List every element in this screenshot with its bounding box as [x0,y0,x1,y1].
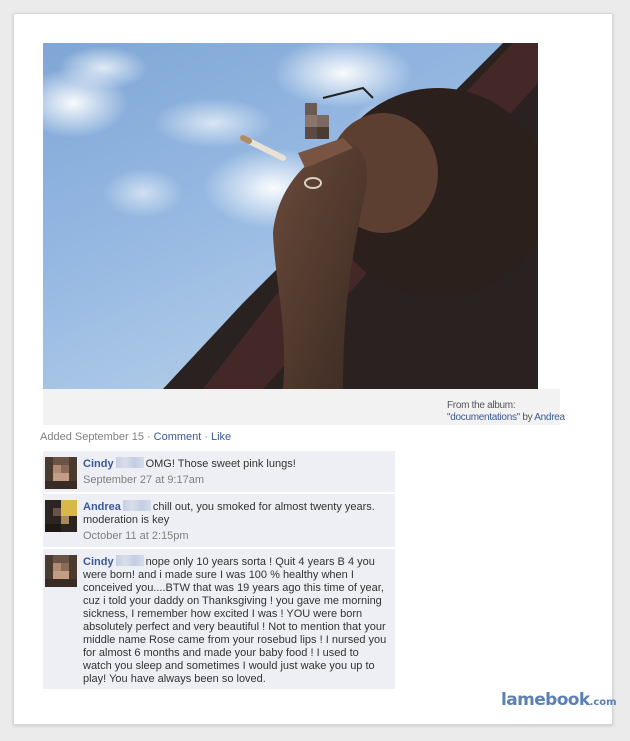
comment-item: Andrea chill out, you smoked for almost t… [43,494,395,548]
avatar-image [45,500,77,532]
album-name-link[interactable]: "documentations" [447,412,520,423]
meta-separator: · [204,431,208,443]
comment-body: Andrea chill out, you smoked for almost t… [83,500,387,543]
comment-text: nope only 10 years sorta ! Quit 4 years … [83,556,387,685]
comment-link[interactable]: Comment [154,431,202,443]
post-meta: Added September 15 · Comment · Like [40,431,231,443]
comment-author[interactable]: Cindy [83,458,114,470]
album-from-label: From the album: [447,400,516,411]
comment-time[interactable]: October 11 at 2:15pm [83,530,387,543]
album-owner-link[interactable]: Andrea [534,412,565,423]
lamebook-logo: lamebook.com [501,690,617,710]
comment-body: Cindy OMG! Those sweet pink lungs! Septem… [83,457,387,487]
brand-tld: .com [589,697,617,708]
avatar[interactable] [45,500,77,532]
blurred-surname [122,500,151,511]
avatar[interactable] [45,555,77,587]
added-date: Added September 15 [40,431,144,443]
album-caption: From the album: "documentations" by Andr… [447,400,567,424]
avatar-image [45,555,77,587]
comment-time[interactable]: September 27 at 9:17am [83,474,387,487]
avatar[interactable] [45,457,77,489]
comment-item: Cindy nope only 10 years sorta ! Quit 4 y… [43,549,395,690]
avatar-image [45,457,77,489]
album-by-label: by [522,412,533,423]
blurred-surname [115,555,144,566]
comment-text: OMG! Those sweet pink lungs! [145,458,296,470]
blurred-surname [115,457,144,468]
comment-body: Cindy nope only 10 years sorta ! Quit 4 y… [83,555,387,686]
comment-author[interactable]: Cindy [83,556,114,568]
comment-author[interactable]: Andrea [83,501,121,513]
album-photo[interactable] [43,43,538,389]
meta-separator: · [146,431,151,443]
photo-image [43,43,538,389]
brand-name: lamebook [501,690,590,710]
comment-item: Cindy OMG! Those sweet pink lungs! Septem… [43,451,395,493]
like-link[interactable]: Like [211,431,231,443]
